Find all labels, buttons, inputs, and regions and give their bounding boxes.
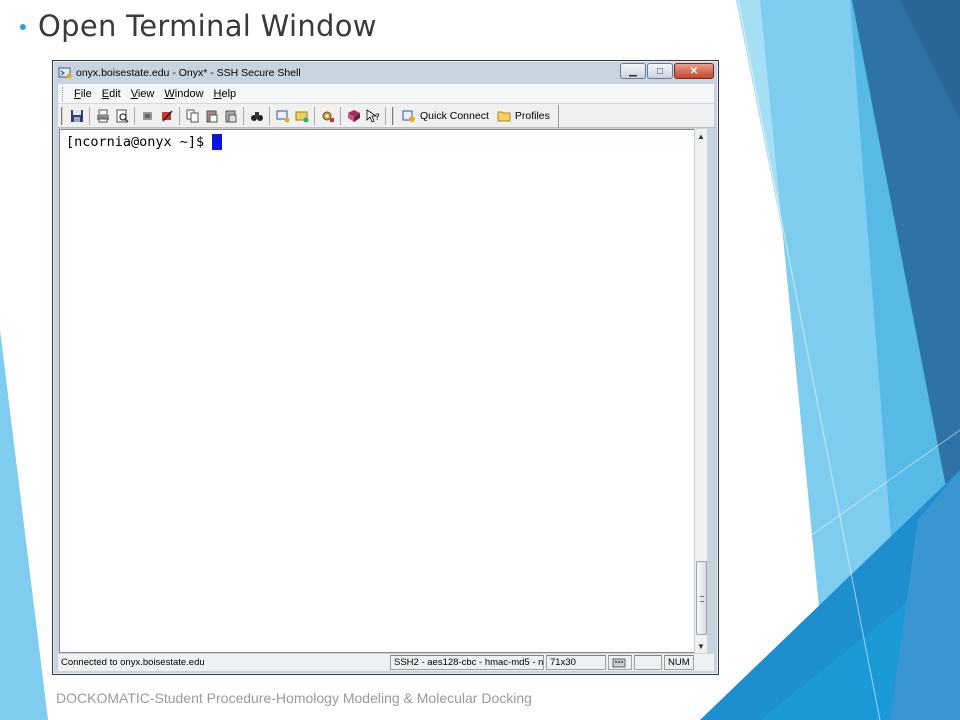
svg-text:?: ? xyxy=(375,113,380,123)
status-num-lock: NUM xyxy=(664,655,694,670)
toolbar-separator xyxy=(269,106,270,125)
window-titlebar[interactable]: onyx.boisestate.edu - Onyx* - SSH Secure… xyxy=(55,63,716,82)
save-icon[interactable] xyxy=(69,108,85,124)
toolbar-separator xyxy=(179,106,180,125)
menu-grip[interactable] xyxy=(62,86,66,101)
toolbar-grip[interactable] xyxy=(61,106,64,125)
help-book-icon[interactable] xyxy=(346,108,362,124)
print-preview-icon[interactable] xyxy=(114,108,130,124)
ssh-window: onyx.boisestate.edu - Onyx* - SSH Secure… xyxy=(52,60,719,675)
minimize-button[interactable]: ▁ xyxy=(620,63,646,79)
menu-help[interactable]: Help xyxy=(209,88,242,100)
quick-connect-label: Quick Connect xyxy=(420,109,489,122)
scroll-up-icon[interactable]: ▲ xyxy=(695,129,707,143)
status-terminal-size: 71x30 xyxy=(546,655,606,670)
menu-bar: File Edit View Window Help xyxy=(58,84,714,104)
terminal-cursor xyxy=(212,134,223,150)
status-bar: Connected to onyx.boisestate.edu SSH2 - … xyxy=(58,654,714,671)
close-icon: ✕ xyxy=(689,65,699,77)
reconnect-icon[interactable] xyxy=(159,108,175,124)
scroll-thumb[interactable] xyxy=(696,561,707,635)
bullet-icon: ● xyxy=(18,18,28,34)
copy-icon[interactable] xyxy=(185,108,201,124)
toolbar-separator xyxy=(134,106,135,125)
status-message: Connected to onyx.boisestate.edu xyxy=(58,655,388,670)
toolbar-end-divider xyxy=(557,104,559,127)
slide-footer: DOCKOMATIC-Student Procedure-Homology Mo… xyxy=(56,690,532,706)
toolbar-grip[interactable] xyxy=(392,106,395,125)
terminal-prompt: [ncornia@onyx ~]$ xyxy=(66,134,205,150)
disconnect-icon[interactable] xyxy=(140,108,156,124)
close-button[interactable]: ✕ xyxy=(674,63,714,79)
profiles-button[interactable]: Profiles xyxy=(493,106,554,126)
find-icon[interactable] xyxy=(249,108,265,124)
caption-buttons: ▁ □ ✕ xyxy=(619,63,714,79)
status-cipher: SSH2 - aes128-cbc - hmac-md5 - nc xyxy=(390,655,544,670)
minimize-icon: ▁ xyxy=(629,65,637,77)
new-terminal-icon[interactable] xyxy=(275,108,291,124)
scroll-thumb-grip xyxy=(700,596,704,602)
toolbar-separator xyxy=(89,106,90,125)
vertical-scrollbar[interactable]: ▲ ▼ xyxy=(694,129,707,653)
maximize-button[interactable]: □ xyxy=(647,63,673,79)
menu-window[interactable]: Window xyxy=(159,88,208,100)
toolbar-separator xyxy=(385,106,386,125)
quick-connect-icon xyxy=(402,110,415,122)
ssh-app-icon xyxy=(58,67,72,78)
toolbar-separator xyxy=(314,106,315,125)
scroll-down-icon[interactable]: ▼ xyxy=(695,639,707,653)
status-keyboard-icon xyxy=(608,655,632,670)
profiles-label: Profiles xyxy=(514,109,550,122)
paste-alt-icon[interactable] xyxy=(223,108,239,124)
menu-view[interactable]: View xyxy=(126,88,160,100)
new-file-transfer-icon[interactable] xyxy=(294,108,310,124)
print-icon[interactable] xyxy=(95,108,111,124)
maximize-icon: □ xyxy=(656,65,664,77)
settings-icon[interactable] xyxy=(320,108,336,124)
toolbar-separator xyxy=(243,106,244,125)
folder-icon xyxy=(497,111,511,121)
slide-title-row: ● Open Terminal Window xyxy=(8,6,377,46)
toolbar: ? Quick Connect Profiles xyxy=(58,104,714,128)
quick-connect-button[interactable]: Quick Connect xyxy=(398,106,493,126)
window-title: onyx.boisestate.edu - Onyx* - SSH Secure… xyxy=(76,66,301,79)
context-help-icon[interactable]: ? xyxy=(365,108,381,124)
paste-icon[interactable] xyxy=(204,108,220,124)
menu-file[interactable]: File xyxy=(69,88,97,100)
terminal-prompt-line: [ncornia@onyx ~]$ xyxy=(66,134,223,150)
status-empty-panel xyxy=(634,655,662,670)
toolbar-separator xyxy=(340,106,341,125)
menu-edit[interactable]: Edit xyxy=(97,88,126,100)
terminal-area[interactable]: [ncornia@onyx ~]$ xyxy=(59,129,705,653)
slide-title: Open Terminal Window xyxy=(38,9,377,43)
